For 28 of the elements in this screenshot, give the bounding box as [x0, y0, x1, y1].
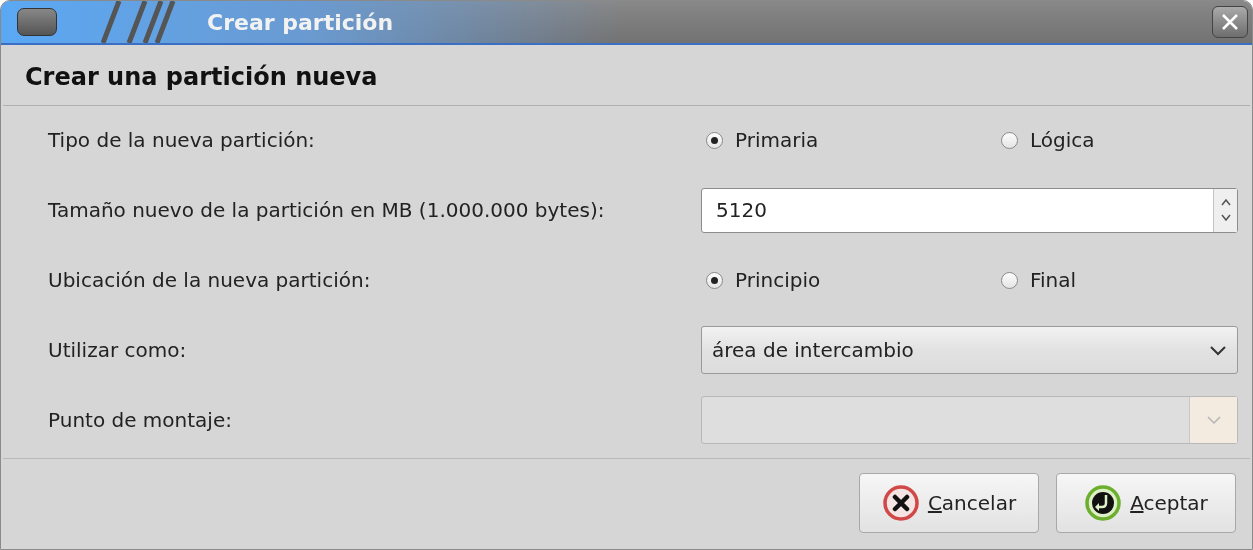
radio-button[interactable] — [706, 271, 723, 289]
window-menu-button[interactable] — [17, 8, 57, 36]
spin-field[interactable]: 5120 — [701, 187, 1238, 233]
spin-value: 5120 — [715, 197, 768, 224]
field-label: Tipo de la nueva partición: — [48, 127, 316, 154]
radio-label: Primaria — [735, 127, 819, 154]
close-icon — [1221, 13, 1239, 31]
dialog-heading: Crear una partición nueva — [25, 63, 378, 91]
radio-label: Lógica — [1030, 127, 1095, 154]
dropdown-value: área de intercambio — [712, 337, 915, 364]
radio-label: Principio — [735, 267, 821, 294]
dropdown[interactable]: área de intercambio — [701, 326, 1238, 374]
cancel-icon — [881, 484, 920, 522]
radio-button[interactable] — [1001, 131, 1018, 149]
chevron-down-icon — [1205, 415, 1222, 425]
close-button[interactable] — [1212, 6, 1248, 38]
chevron-down-icon — [1209, 344, 1227, 356]
field-label: Utilizar como: — [48, 337, 188, 364]
radio-label: Final — [1030, 267, 1077, 294]
spin-arrows-icon[interactable] — [1219, 197, 1232, 223]
radio-button[interactable] — [1001, 271, 1018, 289]
radio-button[interactable] — [706, 131, 723, 149]
field-label: Tamaño nuevo de la partición en MB (1.000.000 bytes): — [48, 197, 606, 224]
cancel-button[interactable]: Cancelar — [859, 473, 1039, 533]
accept-button[interactable]: Aceptar — [1056, 473, 1236, 533]
window-title: Crear partición — [207, 8, 394, 37]
field-label: Ubicación de la nueva partición: — [48, 267, 372, 294]
field-label: Punto de montaje: — [48, 407, 233, 434]
